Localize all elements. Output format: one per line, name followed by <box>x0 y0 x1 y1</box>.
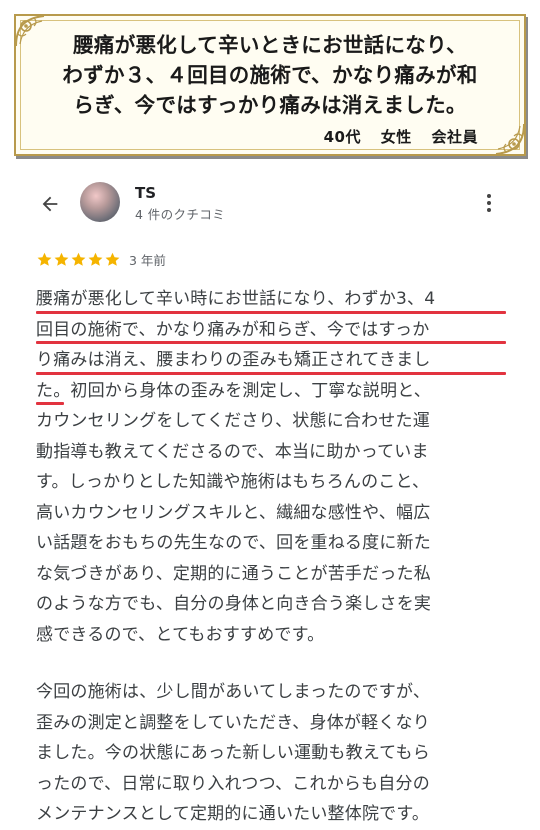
quote-text: 腰痛が悪化して辛いときにお世話になり、 わずか３、４回目の施術で、かなり痛みが和… <box>16 30 524 120</box>
review-line-text: 今回の施術は、少し間があいてしまったのですが、 <box>36 682 431 702</box>
review-line-text: た。初回から身体の歪みを測定し、丁寧な説明と、 <box>36 380 431 401</box>
review-line: 腰痛が悪化して辛い時にお世話になり、わずか3、4 <box>36 284 506 315</box>
attribution-occupation: 会社員 <box>431 128 478 146</box>
arrow-left-icon <box>42 196 58 212</box>
review-line: ました。今の状態にあった新しい運動も教えてもら <box>36 738 506 769</box>
review-line: い話題をおもちの先生なので、回を重ねる度に新た <box>36 528 506 559</box>
more-options-button[interactable] <box>478 190 500 216</box>
reviewer-name[interactable]: TS <box>135 184 156 202</box>
review-line: ったので、日常に取り入れつつ、これからも自分の <box>36 769 506 800</box>
review-line-text: ったので、日常に取り入れつつ、これからも自分の <box>36 773 430 794</box>
review-line-text: 歪みの測定と調整をしていただき、身体が軽くなり <box>36 712 430 733</box>
highlight-underline <box>36 341 506 344</box>
quote-line: らぎ、今ではすっかり痛みは消えました。 <box>73 93 467 117</box>
review-line: カウンセリングをしてくださり、状態に合わせた運 <box>36 406 506 437</box>
star-icon <box>36 251 53 268</box>
ornament-corner-icon <box>492 122 526 156</box>
review-line: 今回の施術は、少し間があいてしまったのですが、 <box>36 677 506 708</box>
review-line: 歪みの測定と調整をしていただき、身体が軽くなり <box>36 708 506 739</box>
quote-line: 腰痛が悪化して辛いときにお世話になり、 <box>73 33 467 57</box>
quote-line: わずか３、４回目の施術で、かなり痛みが和 <box>62 63 478 87</box>
attribution-gender: 女性 <box>380 128 412 146</box>
review-line-text: カウンセリングをしてくださり、状態に合わせた運 <box>36 411 430 431</box>
review-line: な気づきがあり、定期的に通うことが苦手だった私 <box>36 559 506 590</box>
back-button[interactable] <box>36 190 64 218</box>
review-line: 動指導も教えてくださるので、本当に助かっていま <box>36 437 506 468</box>
attribution-age: 40代 <box>323 128 361 146</box>
star-icon <box>104 251 121 268</box>
highlight-underline <box>36 402 64 405</box>
review-line-text: す。しっかりとした知識や施術はもちろんのこと、 <box>36 472 430 492</box>
review-line-text: り痛みは消え、腰まわりの歪みも矯正されてきまし <box>36 350 431 370</box>
review-line: 感できるので、とてもおすすめです。 <box>36 620 506 651</box>
highlight-underline <box>36 371 506 375</box>
review-line: のような方でも、自分の身体と向き合う楽しさを実 <box>36 589 506 620</box>
review-date: 3 年前 <box>129 252 166 268</box>
review-line: り痛みは消え、腰まわりの歪みも矯正されてきまし <box>36 345 506 376</box>
star-rating <box>36 251 121 268</box>
quote-attribution: 40代 女性 会社員 <box>324 126 478 147</box>
star-icon <box>53 251 70 268</box>
more-vert-icon <box>487 194 491 198</box>
review-line-text: 回目の施術で、かなり痛みが和らぎ、今ではすっか <box>36 319 430 340</box>
star-icon <box>87 251 104 268</box>
avatar[interactable] <box>80 182 120 222</box>
review-line-text: な気づきがあり、定期的に通うことが苦手だった私 <box>36 563 431 584</box>
reviewer-review-count: 4 件のクチコミ <box>135 207 226 222</box>
review-text: 腰痛が悪化して辛い時にお世話になり、わずか3、4 回目の施術で、かなり痛みが和らぎ… <box>36 284 506 830</box>
review-line: 回目の施術で、かなり痛みが和らぎ、今ではすっか <box>36 315 506 346</box>
highlight-underline <box>36 310 506 314</box>
review-line-text: メンテナンスとして定期的に通いたい整体院です。 <box>36 804 430 824</box>
review-line: メンテナンスとして定期的に通いたい整体院です。 <box>36 799 506 830</box>
review-line-text: 感できるので、とてもおすすめです。 <box>36 624 325 645</box>
rating-row: 3 年前 <box>36 249 166 269</box>
review-line-text: 高いカウンセリングスキルと、繊細な感性や、幅広 <box>36 502 431 523</box>
star-icon <box>70 251 87 268</box>
quote-card: 腰痛が悪化して辛いときにお世話になり、 わずか３、４回目の施術で、かなり痛みが和… <box>14 14 526 156</box>
review-line-text: 腰痛が悪化して辛い時にお世話になり、わずか3、4 <box>36 289 436 309</box>
review-line-text: い話題をおもちの先生なので、回を重ねる度に新た <box>36 533 431 553</box>
review-line-text: ました。今の状態にあった新しい運動も教えてもら <box>36 743 430 763</box>
review-line: す。しっかりとした知識や施術はもちろんのこと、 <box>36 467 506 498</box>
review-line-text: 動指導も教えてくださるので、本当に助かっていま <box>36 441 429 462</box>
review-line: 高いカウンセリングスキルと、繊細な感性や、幅広 <box>36 498 506 529</box>
review-line: た。初回から身体の歪みを測定し、丁寧な説明と、 <box>36 376 506 407</box>
review-line-text: のような方でも、自分の身体と向き合う楽しさを実 <box>36 594 432 614</box>
